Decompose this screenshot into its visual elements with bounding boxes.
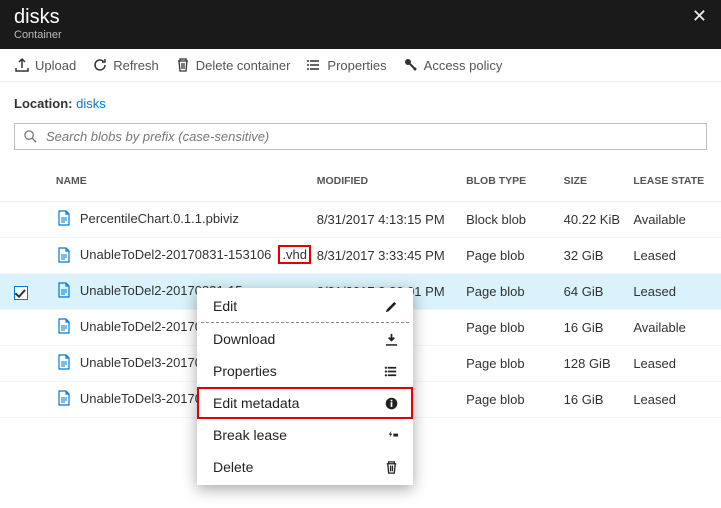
blob-type: Page blob (466, 356, 564, 371)
menu-edit[interactable]: Edit (197, 290, 413, 322)
menu-edit-metadata[interactable]: Edit metadata (197, 387, 413, 419)
column-lease[interactable]: Lease State (633, 175, 707, 187)
blob-modified: 8/31/2017 4:13:15 PM (317, 212, 466, 227)
break-icon (384, 428, 399, 443)
blob-modified: 8/31/2017 3:33:45 PM (317, 248, 466, 263)
column-size[interactable]: Size (564, 175, 634, 187)
blob-ext-highlight: .vhd (278, 245, 311, 264)
blob-lease: Leased (633, 392, 707, 407)
refresh-button[interactable]: Refresh (92, 57, 159, 73)
blob-size: 16 GiB (564, 320, 634, 335)
blob-lease: Leased (633, 284, 707, 299)
row-checkbox[interactable] (14, 286, 28, 300)
upload-label: Upload (35, 58, 76, 73)
trash-icon (175, 57, 191, 73)
table-row[interactable]: UnableToDel2-20170831-153106 .vhd 8/31/201… (0, 238, 721, 274)
key-icon (403, 57, 419, 73)
menu-break-lease-label: Break lease (213, 427, 287, 443)
location-label: Location: (14, 96, 73, 111)
delete-container-button[interactable]: Delete container (175, 57, 291, 73)
access-policy-label: Access policy (424, 58, 503, 73)
blob-size: 16 GiB (564, 392, 634, 407)
grid-header: Name Modified Blob Type Size Lease State (0, 160, 721, 202)
command-bar: Upload Refresh Delete container Properti… (0, 49, 721, 82)
delete-container-label: Delete container (196, 58, 291, 73)
close-icon[interactable]: ✕ (692, 6, 707, 27)
column-blobtype[interactable]: Blob Type (466, 175, 564, 187)
upload-button[interactable]: Upload (14, 57, 76, 73)
blob-size: 40.22 KiB (564, 212, 634, 227)
refresh-label: Refresh (113, 58, 159, 73)
properties-button[interactable]: Properties (306, 57, 386, 73)
search-placeholder: Search blobs by prefix (case-sensitive) (46, 129, 269, 144)
blob-size: 128 GiB (564, 356, 634, 371)
menu-edit-label: Edit (213, 298, 237, 314)
access-policy-button[interactable]: Access policy (403, 57, 503, 73)
column-modified[interactable]: Modified (317, 175, 466, 187)
blob-size: 32 GiB (564, 248, 634, 263)
properties-icon (384, 364, 399, 379)
pencil-icon (384, 299, 399, 314)
menu-break-lease[interactable]: Break lease (197, 419, 413, 451)
download-icon (384, 332, 399, 347)
blob-lease: Available (633, 320, 707, 335)
blob-type: Page blob (466, 284, 564, 299)
blade-title: disks (14, 6, 62, 28)
menu-download-label: Download (213, 331, 275, 347)
column-name[interactable]: Name (48, 175, 317, 187)
blob-name: UnableToDel2-20170831-153106 (80, 247, 272, 262)
properties-label: Properties (327, 58, 386, 73)
menu-properties-label: Properties (213, 363, 277, 379)
refresh-icon (92, 57, 108, 73)
blade-subtitle: Container (14, 29, 62, 41)
search-icon (23, 129, 38, 144)
location-link[interactable]: disks (76, 96, 106, 111)
blob-type: Page blob (466, 392, 564, 407)
menu-download[interactable]: Download (197, 323, 413, 355)
blob-lease: Leased (633, 248, 707, 263)
blob-lease: Available (633, 212, 707, 227)
blob-type: Page blob (466, 320, 564, 335)
blob-type: Page blob (466, 248, 564, 263)
location-row: Location: disks (0, 82, 721, 123)
menu-delete[interactable]: Delete (197, 451, 413, 483)
blade-header: disks Container ✕ (0, 0, 721, 49)
table-row[interactable]: PercentileChart.0.1.1.pbiviz 8/31/2017 4:… (0, 202, 721, 238)
blob-lease: Leased (633, 356, 707, 371)
search-input[interactable]: Search blobs by prefix (case-sensitive) (14, 123, 707, 150)
info-icon (384, 396, 399, 411)
list-icon (306, 57, 322, 73)
menu-properties[interactable]: Properties (197, 355, 413, 387)
blob-type: Block blob (466, 212, 564, 227)
menu-edit-metadata-label: Edit metadata (213, 395, 299, 411)
menu-delete-label: Delete (213, 459, 253, 475)
blob-name: PercentileChart.0.1.1.pbiviz (80, 211, 239, 226)
blob-size: 64 GiB (564, 284, 634, 299)
delete-icon (384, 460, 399, 475)
context-menu: Edit Download Properties Edit metadata B… (197, 288, 413, 485)
upload-icon (14, 57, 30, 73)
